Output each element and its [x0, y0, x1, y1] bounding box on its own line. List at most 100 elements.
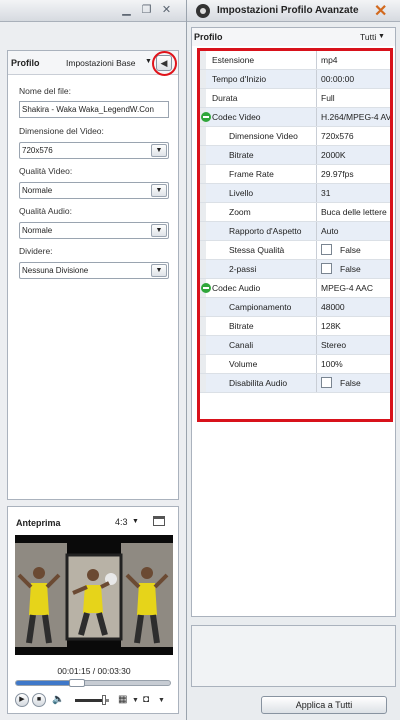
aspect-ratio-dropdown[interactable]: 4:3 [115, 517, 128, 527]
row-gutter [200, 317, 206, 335]
property-row[interactable]: Codec Video H.264/MPEG-4 AVC [200, 108, 390, 127]
property-name: Volume [229, 359, 258, 369]
property-value[interactable]: 48000 [321, 302, 390, 312]
property-value[interactable]: Full [321, 93, 390, 103]
seek-handle[interactable] [69, 679, 85, 687]
highlight-circle [152, 51, 177, 76]
video-size-select[interactable]: 720x576 ▼ [19, 142, 169, 159]
video-quality-select[interactable]: Normale ▼ [19, 182, 169, 199]
stop-icon: ■ [36, 696, 42, 703]
row-gutter [200, 222, 206, 240]
chevron-down-icon[interactable]: ▼ [378, 33, 385, 40]
property-row[interactable]: Estensione mp4 [200, 51, 390, 70]
restore-icon[interactable]: ❐ [140, 4, 153, 17]
property-checkbox[interactable] [321, 377, 332, 388]
stop-button[interactable]: ■ [32, 693, 46, 707]
property-name: Frame Rate [229, 169, 274, 179]
property-name: Canali [229, 340, 254, 350]
property-name: Bitrate [229, 150, 254, 160]
column-divider [316, 127, 317, 145]
chevron-down-icon[interactable]: ▼ [151, 184, 167, 197]
screenshot-settings-icon[interactable]: ▦ [118, 694, 127, 705]
camera-icon[interactable]: ◘ [143, 694, 149, 705]
chevron-down-icon[interactable]: ▼ [132, 518, 139, 525]
chevron-down-icon[interactable]: ▼ [132, 697, 139, 704]
property-row[interactable]: Frame Rate 29.97fps [200, 165, 390, 184]
property-value[interactable]: 00:00:00 [321, 74, 390, 84]
profile-mode-dropdown[interactable]: Impostazioni Base [66, 58, 135, 68]
property-value[interactable]: mp4 [321, 55, 390, 65]
property-row[interactable]: Durata Full [200, 89, 390, 108]
minimize-icon[interactable]: ▁ [120, 4, 133, 17]
chevron-down-icon[interactable]: ▼ [151, 264, 167, 277]
property-checkbox[interactable] [321, 244, 332, 255]
property-row[interactable]: Zoom Buca delle lettere [200, 203, 390, 222]
advanced-profile-title: Profilo [194, 32, 223, 42]
property-row[interactable]: Codec Audio MPEG-4 AAC [200, 279, 390, 298]
property-value[interactable]: Buca delle lettere [321, 207, 390, 217]
property-value[interactable]: 128K [321, 321, 390, 331]
preview-panel: Anteprima 4:3 ▼ 00:01:15 / 00:03:30 ▶ ■ … [7, 506, 179, 714]
property-value[interactable]: 31 [321, 188, 390, 198]
filter-dropdown[interactable]: Tutti [360, 32, 376, 42]
column-divider [316, 51, 317, 69]
column-divider [316, 298, 317, 316]
volume-handle[interactable] [102, 695, 106, 705]
property-row[interactable]: Volume 100% [200, 355, 390, 374]
property-value[interactable]: H.264/MPEG-4 AVC [321, 112, 390, 122]
row-gutter [200, 336, 206, 354]
property-value[interactable]: Auto [321, 226, 390, 236]
property-name: Estensione [212, 55, 255, 65]
profile-panel: Profilo Impostazioni Base ▼ ◀ Nome del f… [7, 50, 179, 500]
property-value[interactable]: 100% [321, 359, 390, 369]
row-gutter [200, 184, 206, 202]
property-row[interactable]: Rapporto d'Aspetto Auto [200, 222, 390, 241]
filename-field[interactable]: Shakira - Waka Waka_LegendW.Con [19, 101, 169, 118]
property-row[interactable]: Disabilita Audio False [200, 374, 390, 393]
apply-to-all-button[interactable]: Applica a Tutti [261, 696, 387, 714]
property-value[interactable]: 29.97fps [321, 169, 390, 179]
property-row[interactable]: Stessa Qualità False [200, 241, 390, 260]
property-row[interactable]: Bitrate 2000K [200, 146, 390, 165]
property-row[interactable]: Dimensione Video 720x576 [200, 127, 390, 146]
property-row[interactable]: Bitrate 128K [200, 317, 390, 336]
chevron-down-icon[interactable]: ▼ [145, 58, 152, 65]
detach-window-icon[interactable] [153, 516, 165, 526]
chevron-down-icon[interactable]: ▼ [151, 224, 167, 237]
chevron-down-icon[interactable]: ▼ [158, 697, 165, 704]
property-row[interactable]: Canali Stereo [200, 336, 390, 355]
property-value[interactable]: 2000K [321, 150, 390, 160]
property-value[interactable]: MPEG-4 AAC [321, 283, 390, 293]
right-titlebar: Impostazioni Profilo Avanzate ✕ [187, 0, 400, 22]
seek-bar[interactable] [15, 679, 171, 687]
close-icon[interactable]: ✕ [374, 1, 387, 21]
property-value[interactable]: Stereo [321, 340, 390, 350]
property-row[interactable]: 2-passi False [200, 260, 390, 279]
property-name: 2-passi [229, 264, 257, 274]
property-checkbox[interactable] [321, 263, 332, 274]
split-select[interactable]: Nessuna Divisione ▼ [19, 262, 169, 279]
volume-slider[interactable] [75, 695, 109, 705]
profile-header: Profilo Impostazioni Base ▼ ◀ [8, 51, 178, 76]
property-row[interactable]: Campionamento 48000 [200, 298, 390, 317]
property-name: Rapporto d'Aspetto [229, 226, 302, 236]
left-panel: ▁ ❐ ✕ Profilo Impostazioni Base ▼ ◀ Nome… [0, 0, 186, 720]
collapse-group-icon[interactable] [201, 283, 211, 293]
row-gutter [200, 165, 206, 183]
audio-quality-value: Normale [22, 226, 53, 235]
close-icon[interactable]: ✕ [160, 4, 173, 17]
play-button[interactable]: ▶ [15, 693, 29, 707]
speaker-icon[interactable]: 🔈 [52, 694, 64, 705]
property-row[interactable]: Livello 31 [200, 184, 390, 203]
audio-quality-select[interactable]: Normale ▼ [19, 222, 169, 239]
property-name: Durata [212, 93, 238, 103]
property-row[interactable]: Tempo d'Inizio 00:00:00 [200, 70, 390, 89]
row-gutter [200, 241, 206, 259]
collapse-group-icon[interactable] [201, 112, 211, 122]
row-gutter [200, 203, 206, 221]
play-icon: ▶ [19, 696, 25, 703]
chevron-down-icon[interactable]: ▼ [151, 144, 167, 157]
property-value[interactable]: 720x576 [321, 131, 390, 141]
video-quality-value: Normale [22, 186, 53, 195]
column-divider [316, 241, 317, 259]
